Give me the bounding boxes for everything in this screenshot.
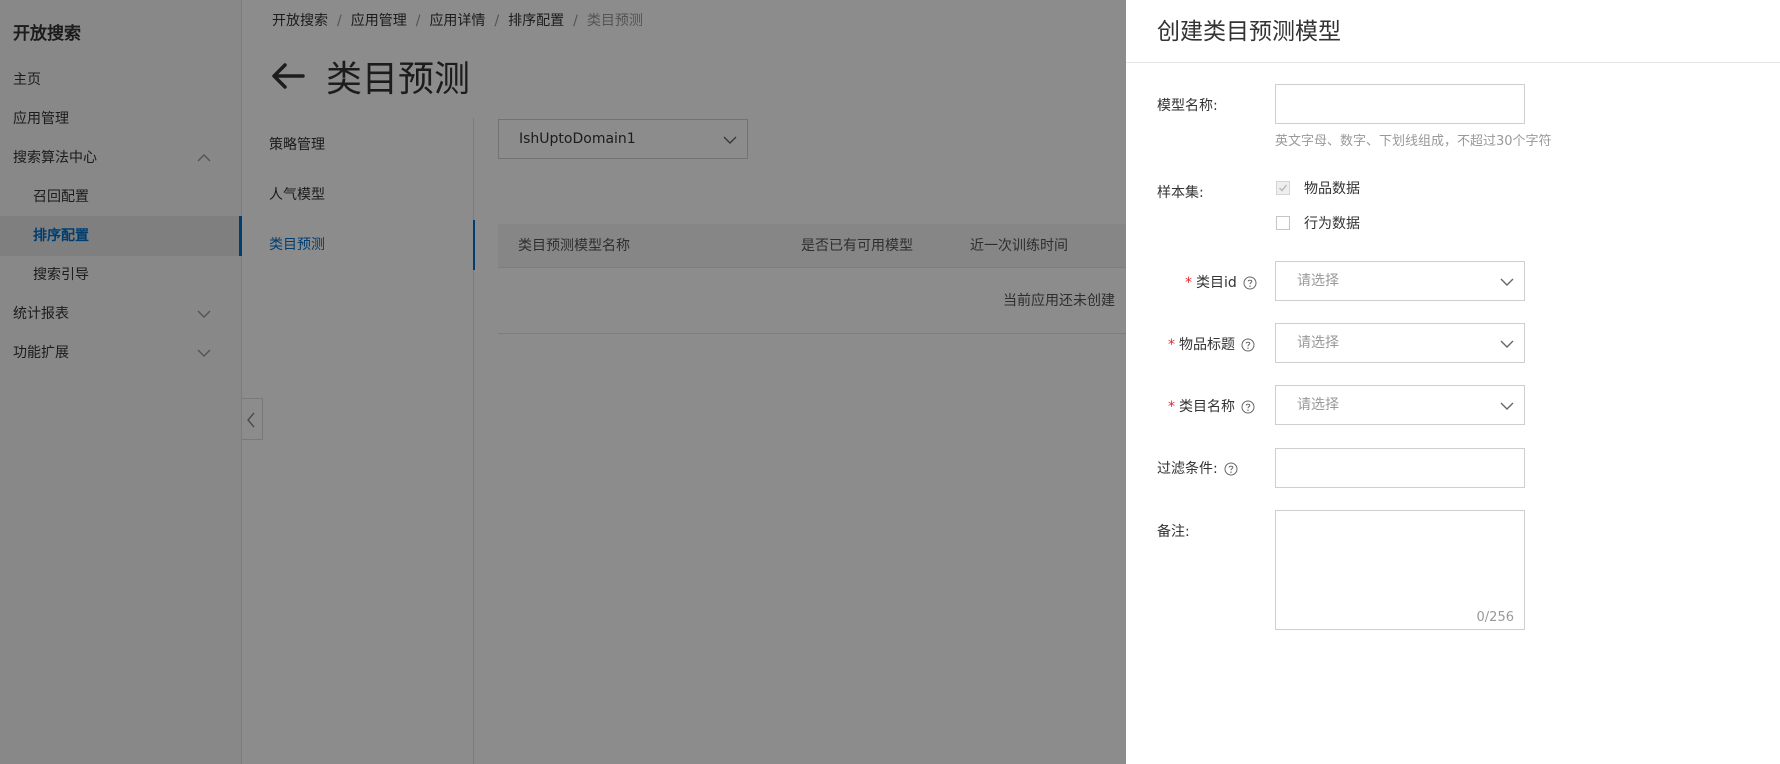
drawer-title: 创建类目预测模型 (1157, 19, 1341, 45)
sample-behavior-data-checkbox[interactable]: 行为数据 (1276, 213, 1360, 233)
checkmark-icon (1278, 184, 1288, 192)
create-model-drawer: 创建类目预测模型 模型名称: 英文字母、数字、下划线组成，不超过30个字符 样本… (1126, 0, 1780, 764)
character-counter: 0/256 (1476, 610, 1514, 625)
category-id-label: * 类目id (1185, 272, 1257, 292)
model-name-label: 模型名称: (1157, 98, 1218, 114)
chevron-down-icon (1500, 278, 1514, 286)
checkbox-unchecked (1276, 216, 1290, 230)
help-icon[interactable] (1241, 400, 1255, 414)
help-icon[interactable] (1243, 276, 1257, 290)
checkbox-label: 物品数据 (1304, 181, 1360, 197)
model-name-help: 英文字母、数字、下划线组成，不超过30个字符 (1275, 134, 1552, 149)
checkbox-checked (1276, 181, 1290, 195)
chevron-down-icon (1500, 402, 1514, 410)
sample-item-data-checkbox[interactable]: 物品数据 (1276, 178, 1360, 198)
select-placeholder: 请选择 (1297, 335, 1339, 351)
filter-input[interactable] (1275, 448, 1525, 488)
chevron-down-icon (1500, 340, 1514, 348)
required-mark: * (1168, 399, 1175, 415)
category-id-select[interactable]: 请选择 (1275, 261, 1525, 301)
item-title-select[interactable]: 请选择 (1275, 323, 1525, 363)
filter-label: 过滤条件: (1157, 458, 1238, 478)
category-name-label: * 类目名称 (1168, 396, 1255, 416)
modal-overlay[interactable] (0, 0, 1126, 764)
select-placeholder: 请选择 (1297, 273, 1339, 289)
checkbox-label: 行为数据 (1304, 216, 1360, 232)
select-placeholder: 请选择 (1297, 397, 1339, 413)
required-mark: * (1185, 275, 1192, 291)
remark-field: 0/256 (1275, 510, 1525, 630)
help-icon[interactable] (1241, 338, 1255, 352)
model-name-input[interactable] (1275, 84, 1525, 124)
required-mark: * (1168, 337, 1175, 353)
sample-set-label: 样本集: (1157, 185, 1204, 201)
divider (1126, 62, 1780, 63)
item-title-label: * 物品标题 (1168, 334, 1255, 354)
help-icon[interactable] (1224, 462, 1238, 476)
remark-label: 备注: (1157, 524, 1190, 540)
category-name-select[interactable]: 请选择 (1275, 385, 1525, 425)
